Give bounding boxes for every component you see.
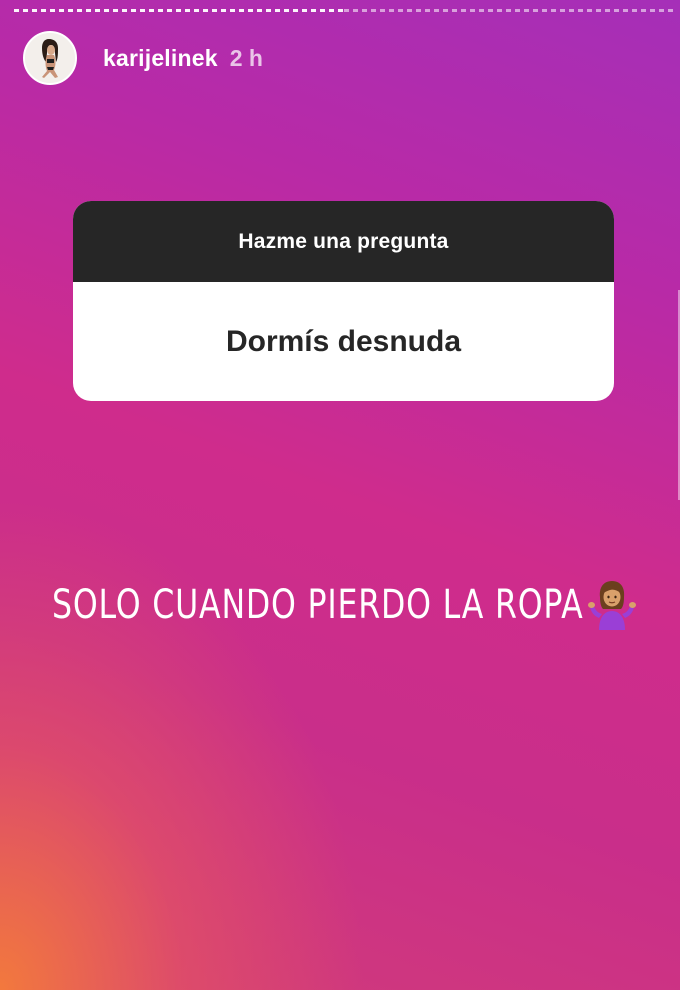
story-viewer[interactable]: karijelinek 2 h Hazme una pregunta Dormí… xyxy=(0,0,680,990)
answer-text: SOLO CUANDO PIERDO LA ROPA xyxy=(52,582,584,628)
story-progress-bar xyxy=(14,9,674,12)
question-sticker-prompt: Hazme una pregunta xyxy=(73,201,614,282)
progress-segment-next xyxy=(344,9,674,12)
progress-segment-current xyxy=(14,9,344,12)
story-header: karijelinek 2 h xyxy=(23,29,263,87)
person-shrugging-icon xyxy=(585,576,639,635)
username-link[interactable]: karijelinek xyxy=(103,45,218,72)
question-sticker-question: Dormís desnuda xyxy=(225,324,462,358)
answer-caption: SOLO CUANDO PIERDO LA ROPA xyxy=(52,581,680,630)
question-sticker[interactable]: Hazme una pregunta Dormís desnuda xyxy=(73,201,614,401)
post-timestamp: 2 h xyxy=(229,44,263,71)
avatar-photo-icon xyxy=(25,33,75,83)
profile-avatar[interactable] xyxy=(23,31,77,85)
